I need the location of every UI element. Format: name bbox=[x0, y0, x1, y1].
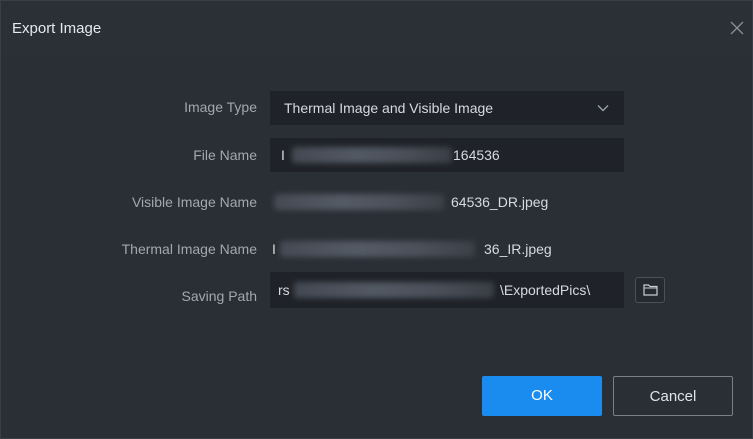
file-name-input[interactable]: I 164536 bbox=[270, 138, 624, 172]
redacted-text bbox=[280, 241, 475, 257]
redacted-text bbox=[274, 194, 444, 210]
redacted-text bbox=[294, 282, 494, 298]
export-image-dialog: Export Image Image Type Thermal Image an… bbox=[0, 0, 753, 439]
saving-path-prefix: rs bbox=[278, 282, 290, 298]
visible-image-name-label: Visible Image Name bbox=[131, 194, 257, 210]
saving-path-suffix: \ExportedPics\ bbox=[500, 282, 591, 298]
image-type-label: Image Type bbox=[184, 99, 257, 115]
saving-path-label: Saving Path bbox=[181, 288, 258, 304]
chevron-down-icon bbox=[596, 101, 610, 115]
dialog-title: Export Image bbox=[12, 20, 102, 37]
file-name-prefix: I bbox=[281, 147, 285, 163]
thermal-image-name-suffix: 36_IR.jpeg bbox=[484, 241, 552, 257]
browse-folder-button[interactable] bbox=[635, 277, 665, 303]
thermal-image-name-prefix: I bbox=[272, 241, 276, 257]
visible-image-name-suffix: 64536_DR.jpeg bbox=[451, 194, 549, 210]
redacted-text bbox=[292, 147, 452, 163]
thermal-image-name-label: Thermal Image Name bbox=[121, 241, 257, 257]
image-type-select[interactable]: Thermal Image and Visible Image bbox=[270, 91, 624, 125]
file-name-label: File Name bbox=[193, 147, 257, 163]
cancel-button[interactable]: Cancel bbox=[613, 376, 733, 416]
ok-button[interactable]: OK bbox=[482, 376, 602, 416]
visible-image-name-value: 64536_DR.jpeg bbox=[270, 185, 624, 219]
image-type-value: Thermal Image and Visible Image bbox=[284, 100, 494, 116]
thermal-image-name-value: I 36_IR.jpeg bbox=[270, 232, 624, 266]
file-name-suffix: 164536 bbox=[453, 147, 500, 163]
dialog-titlebar: Export Image bbox=[1, 1, 752, 57]
close-icon[interactable] bbox=[728, 19, 746, 37]
saving-path-input[interactable]: rs \ExportedPics\ bbox=[270, 272, 624, 308]
